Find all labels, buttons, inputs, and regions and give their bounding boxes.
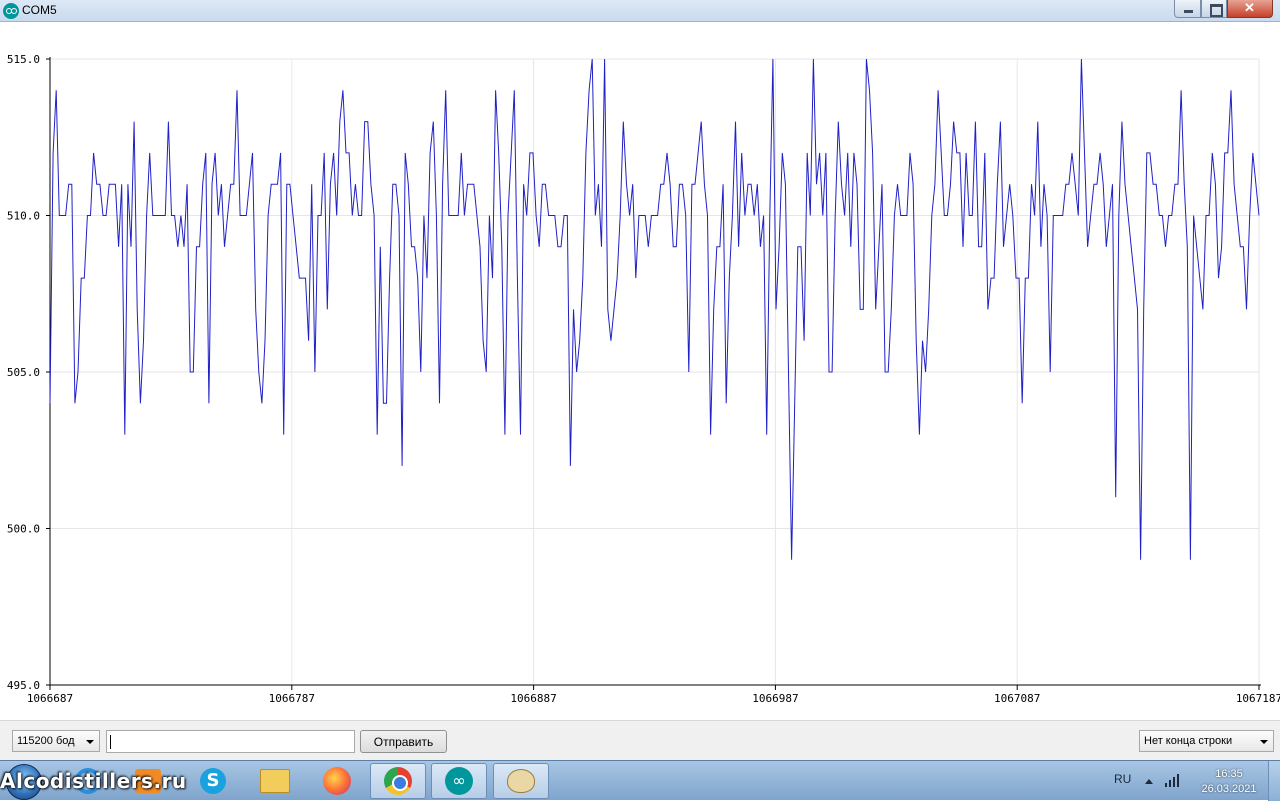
close-button[interactable] xyxy=(1227,0,1273,18)
x-tick-label: 1067187 xyxy=(1236,692,1280,705)
x-tick-label: 1066887 xyxy=(510,692,556,705)
chrome-glyph-icon xyxy=(384,767,412,795)
minimize-button[interactable] xyxy=(1174,0,1201,18)
arduino-icon[interactable]: ∞ xyxy=(431,763,487,799)
chevron-down-icon xyxy=(1260,740,1268,744)
baud-rate-value: 115200 бод xyxy=(17,735,75,747)
folder-glyph-icon xyxy=(260,769,290,793)
firefox-glyph-icon xyxy=(323,767,351,795)
network-icon[interactable] xyxy=(1164,773,1182,787)
y-tick-label: 495.0 xyxy=(7,679,40,692)
text-caret xyxy=(110,735,111,749)
arduino-glyph-icon: ∞ xyxy=(445,767,473,795)
x-tick-label: 1066987 xyxy=(752,692,798,705)
watermark: Alcodistillers.ru xyxy=(0,769,187,793)
serial-plotter: 515.0 510.0 505.0 500.0 495.0 1066687 1066787 1… xyxy=(0,23,1280,720)
arduino-app-icon xyxy=(3,3,19,19)
show-desktop-button[interactable] xyxy=(1268,761,1280,801)
chrome-icon[interactable] xyxy=(370,763,426,799)
clock-time: 16:35 xyxy=(1215,768,1243,780)
firefox-icon[interactable] xyxy=(309,763,365,799)
taskbar: Alcodistillers.ru S ∞ RU 16:35 26.03.202… xyxy=(0,760,1280,801)
line-ending-select[interactable]: Нет конца строки xyxy=(1139,730,1274,752)
paint-glyph-icon xyxy=(507,769,535,793)
line-ending-value: Нет конца строки xyxy=(1144,735,1233,747)
skype-icon[interactable]: S xyxy=(185,763,241,799)
skype-glyph-icon: S xyxy=(200,768,226,794)
maximize-button[interactable] xyxy=(1201,0,1227,18)
language-indicator[interactable]: RU xyxy=(1114,772,1131,786)
y-tick-label: 505.0 xyxy=(7,366,40,379)
clock-date: 26.03.2021 xyxy=(1201,783,1257,795)
baud-rate-select[interactable]: 115200 бод xyxy=(12,730,100,752)
clock[interactable]: 16:35 26.03.2021 xyxy=(1196,767,1262,797)
y-tick-label: 510.0 xyxy=(7,210,40,223)
x-tick-label: 1067087 xyxy=(994,692,1040,705)
title-bar: COM5 xyxy=(0,0,1280,22)
chevron-down-icon xyxy=(86,740,94,744)
tray-expand-icon[interactable] xyxy=(1145,779,1153,784)
plotter-controls: 115200 бод Отправить Нет конца строки xyxy=(0,720,1280,760)
send-button[interactable]: Отправить xyxy=(360,730,447,753)
data-series-line xyxy=(49,58,1260,560)
folder-icon[interactable] xyxy=(247,763,303,799)
plot-chart: 515.0 510.0 505.0 500.0 495.01066687 1066787 1… xyxy=(7,53,1280,705)
paint-icon[interactable] xyxy=(493,763,549,799)
x-tick-label: 1066687 xyxy=(27,692,73,705)
window-title: COM5 xyxy=(22,3,57,17)
y-tick-label: 500.0 xyxy=(7,523,40,536)
y-tick-label: 515.0 xyxy=(7,53,40,66)
send-input[interactable] xyxy=(106,730,355,753)
x-tick-label: 1066787 xyxy=(269,692,315,705)
